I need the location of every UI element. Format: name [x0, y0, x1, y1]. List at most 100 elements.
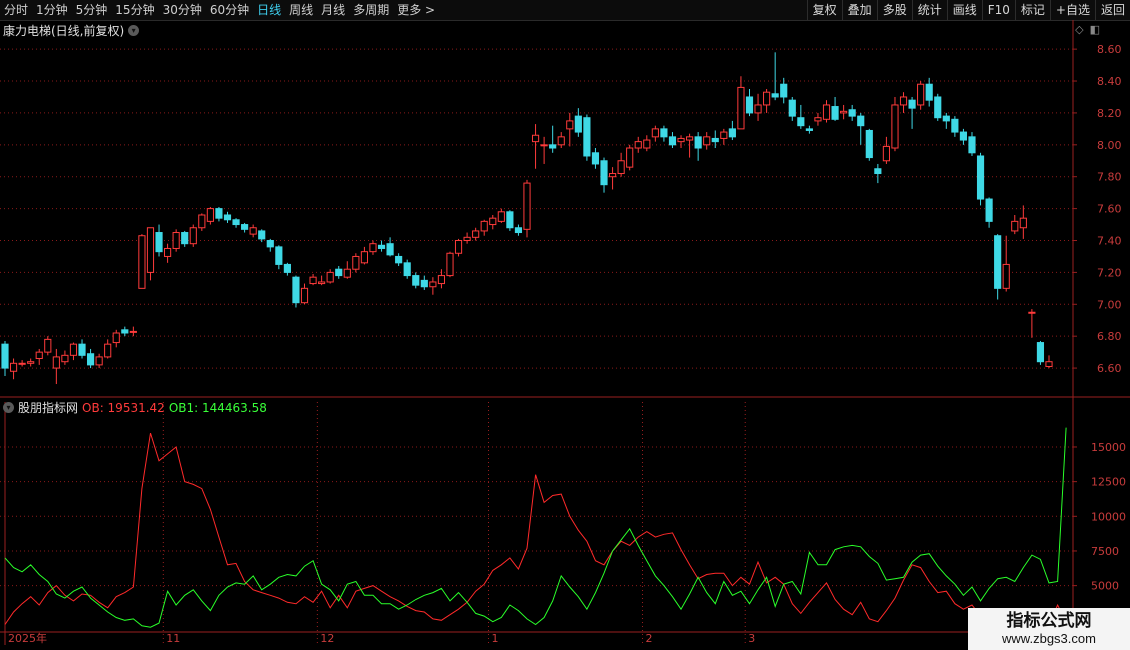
candle-body-14	[121, 329, 129, 334]
candle-body-11	[95, 356, 103, 366]
candle-body-32	[275, 246, 283, 265]
candle-body-2	[18, 362, 26, 365]
candle-body-41	[352, 255, 360, 270]
candle-body-38	[326, 271, 334, 283]
candle-body-59	[506, 211, 514, 229]
candle-body-43	[369, 243, 377, 253]
candle-body-91	[780, 83, 788, 98]
ind-tick-label-1: 7500	[1091, 545, 1119, 558]
candle-body-6	[52, 356, 60, 369]
watermark-url: www.zbgs3.com	[1002, 631, 1096, 646]
candle-body-77	[660, 128, 668, 138]
candle-body-120	[1028, 311, 1036, 314]
candle-body-112	[959, 131, 968, 141]
candle-body-27	[232, 219, 240, 226]
candle-body-98	[840, 110, 848, 114]
candle-body-101	[865, 129, 873, 159]
candle-body-69	[591, 152, 600, 165]
candle-body-95	[814, 117, 822, 122]
candle-body-96	[822, 104, 831, 120]
candle-body-79	[677, 137, 685, 143]
candle-body-44	[377, 244, 386, 249]
candle-body-80	[686, 136, 694, 141]
candle-body-26	[223, 214, 232, 221]
candle-body-30	[258, 230, 266, 240]
candle-body-75	[643, 139, 651, 149]
price-tick-label-7: 8.00	[1097, 139, 1122, 152]
candle-body-87	[745, 96, 754, 114]
watermark-logo: 指标公式网 www.zbgs3.com	[968, 608, 1130, 650]
candle-body-10	[86, 353, 95, 366]
candle-body-7	[61, 354, 69, 363]
candle-body-76	[651, 128, 659, 138]
candle-body-25	[215, 208, 223, 219]
candle-body-12	[104, 343, 112, 358]
ob-line	[4, 432, 1067, 630]
candle-body-119	[1019, 217, 1027, 229]
candle-body-53	[454, 240, 463, 254]
candle-body-18	[155, 232, 163, 253]
candle-body-3	[27, 361, 35, 364]
candle-body-19	[164, 247, 172, 257]
candle-body-99	[848, 109, 856, 117]
candle-body-68	[583, 117, 591, 157]
candle-body-17	[146, 227, 155, 273]
candle-body-56	[480, 220, 488, 232]
ob-value-label: OB: 19531.42	[82, 400, 165, 415]
candle-body-103	[882, 145, 890, 162]
candle-body-115	[985, 198, 993, 222]
ob1-value-label: OB1: 144463.58	[168, 400, 267, 415]
chevron-down-icon[interactable]: ▾	[3, 402, 14, 413]
candle-body-0	[1, 343, 9, 369]
watermark-title: 指标公式网	[1006, 611, 1092, 631]
candle-body-35	[300, 287, 309, 304]
candle-body-104	[891, 104, 899, 149]
candle-body-70	[600, 160, 608, 186]
x-tick-label-0: 2025年	[8, 631, 47, 645]
candle-body-47	[403, 262, 411, 277]
candle-body-67	[574, 115, 582, 133]
candle-body-8	[69, 343, 78, 356]
candle-body-65	[557, 136, 565, 146]
candle-body-86	[737, 86, 745, 130]
candle-body-61	[523, 182, 531, 230]
candle-body-89	[763, 91, 771, 106]
candle-body-100	[857, 115, 865, 127]
ind-tick-label-4: 15000	[1091, 441, 1126, 454]
candle-body-20	[172, 232, 180, 249]
candle-body-1	[9, 362, 18, 372]
candle-body-94	[805, 128, 813, 131]
candle-body-116	[994, 235, 1002, 289]
price-tick-label-2: 7.00	[1097, 298, 1122, 311]
price-tick-label-8: 8.20	[1097, 107, 1122, 120]
candle-body-81	[694, 136, 702, 149]
candle-body-29	[249, 227, 257, 235]
x-tick-label-4: 2	[646, 632, 653, 645]
candle-body-52	[446, 252, 454, 277]
price-tick-label-3: 7.20	[1097, 266, 1122, 279]
chart-canvas[interactable]: 6.60 6.80 7.00 7.20 7.40 7.60 7.80 8.00 8.20 8.40…	[0, 0, 1130, 650]
x-tick-label-2: 12	[320, 632, 334, 645]
candle-body-111	[951, 118, 959, 133]
candle-body-55	[472, 230, 480, 238]
candle-body-34	[292, 276, 300, 304]
candle-body-90	[771, 93, 779, 98]
indicator-title: ▾ 股朋指标网 OB: 19531.42 OB1: 144463.58	[3, 399, 267, 416]
candle-body-28	[241, 224, 249, 230]
candle-body-60	[514, 227, 523, 234]
candle-body-58	[497, 211, 505, 222]
candle-body-106	[908, 99, 916, 109]
candle-body-42	[360, 251, 368, 264]
candle-body-23	[198, 214, 206, 229]
price-tick-label-4: 7.40	[1097, 235, 1122, 248]
candle-body-82	[703, 136, 711, 146]
price-tick-label-5: 7.60	[1097, 203, 1122, 216]
candle-body-118	[1011, 220, 1019, 232]
candle-body-33	[283, 263, 291, 273]
candle-body-62	[531, 134, 540, 143]
candle-body-4	[35, 351, 43, 360]
candle-body-74	[634, 141, 642, 149]
candle-body-72	[617, 160, 625, 175]
candle-body-63	[540, 144, 548, 147]
candle-body-110	[942, 115, 950, 122]
